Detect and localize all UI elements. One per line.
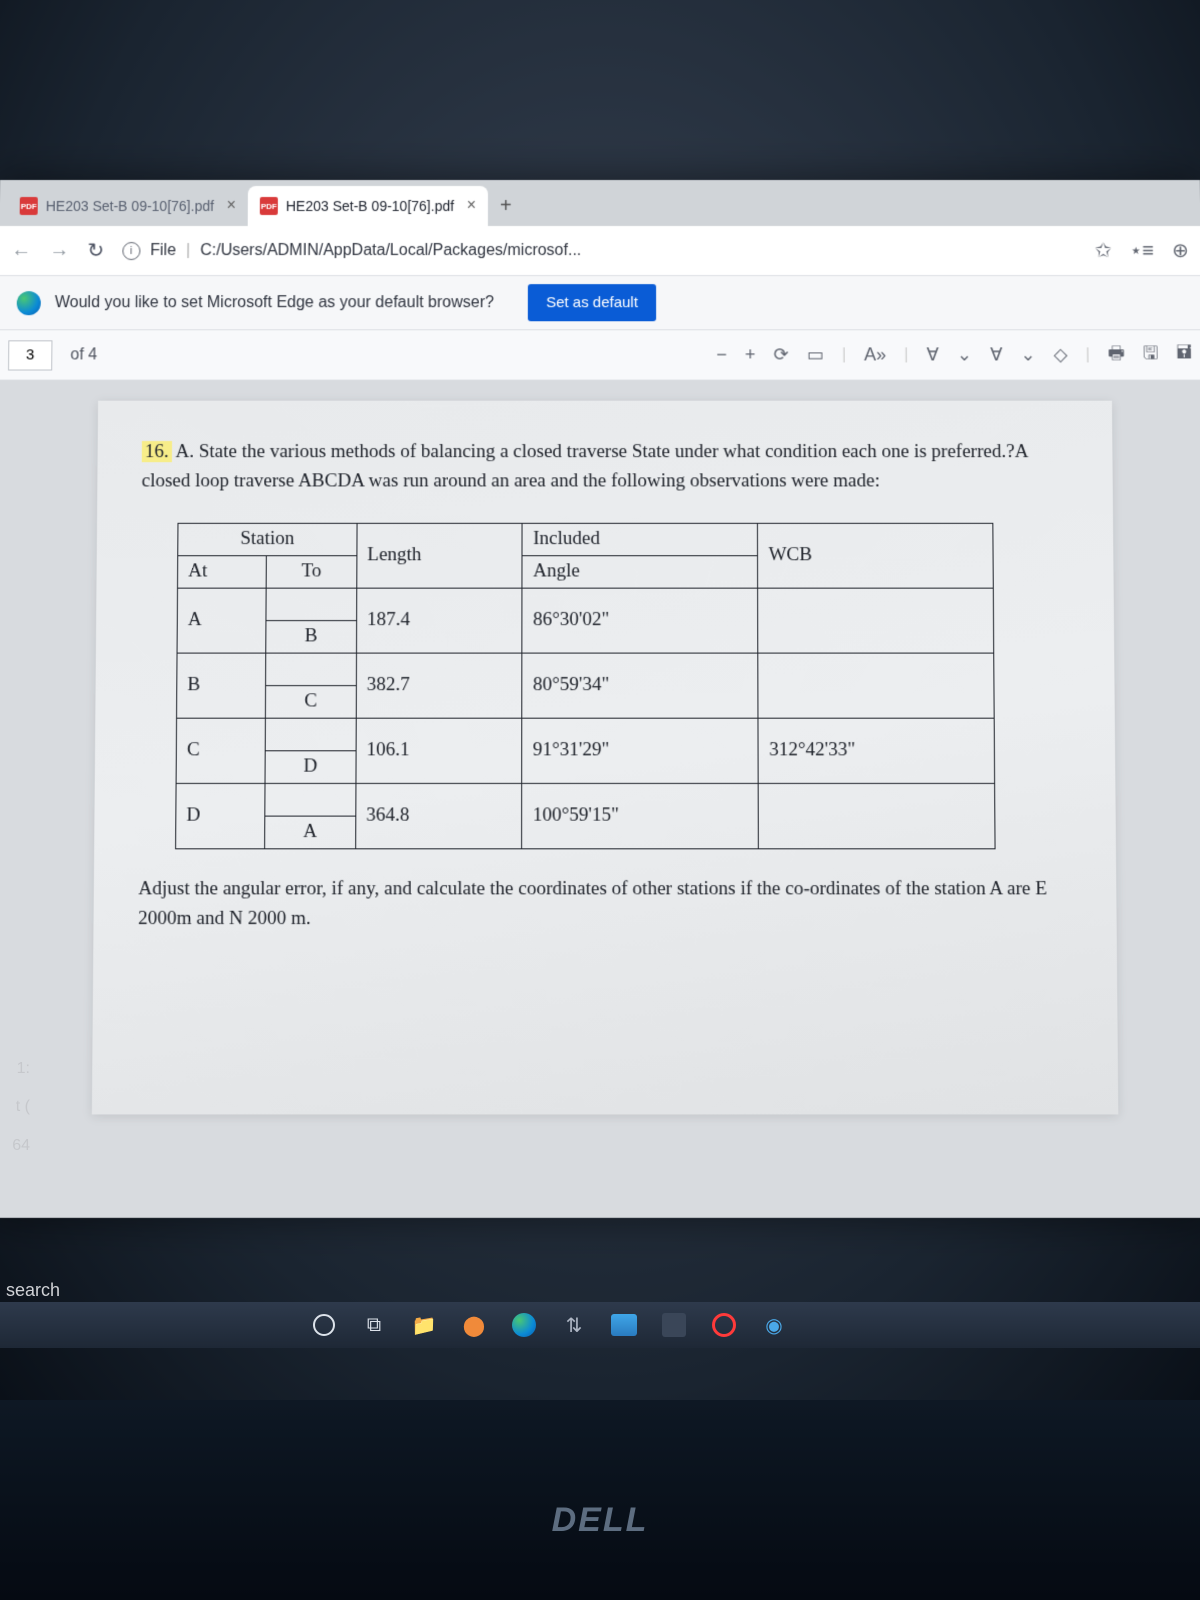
browser-window: PDF HE203 Set-B 09-10[76].pdf × PDF HE20… — [0, 180, 1200, 1218]
url-path: C:/Users/ADMIN/AppData/Local/Packages/mi… — [200, 242, 581, 260]
refresh-button[interactable]: ↻ — [87, 238, 104, 263]
cell-length: 187.4 — [356, 588, 522, 653]
header-wcb: WCB — [758, 523, 994, 588]
cortana-icon[interactable] — [310, 1311, 338, 1339]
cell-length: 382.7 — [356, 653, 522, 718]
header-angle: Angle — [522, 556, 758, 588]
pdf-icon: PDF — [20, 197, 38, 215]
edge-icon — [17, 291, 41, 315]
app-icon-3[interactable]: ◉ — [760, 1311, 788, 1339]
cell-angle: 91°31'29" — [522, 718, 758, 783]
cell-at: C — [176, 718, 265, 783]
header-to: To — [266, 556, 357, 588]
save-as-icon[interactable]: 🖬 — [1176, 340, 1192, 370]
close-icon[interactable]: × — [467, 197, 476, 215]
store-icon[interactable] — [660, 1311, 688, 1339]
read-aloud-icon[interactable]: A» — [864, 344, 886, 365]
url-input[interactable]: i File | C:/Users/ADMIN/AppData/Local/Pa… — [122, 242, 1077, 260]
question-body: A. State the various methods of balancin… — [142, 441, 1028, 492]
fit-page-icon[interactable]: ▭ — [807, 344, 824, 365]
cell-at: A — [177, 588, 266, 653]
cell-to: A — [265, 816, 356, 849]
set-default-button[interactable]: Set as default — [528, 284, 656, 321]
traverse-table: Station Length Included WCB At To Angle … — [175, 523, 996, 849]
favorite-icon[interactable]: ✩ — [1095, 238, 1112, 263]
tab-inactive[interactable]: PDF HE203 Set-B 09-10[76].pdf × — [8, 186, 248, 226]
cell-length: 106.1 — [356, 718, 523, 783]
pdf-icon: PDF — [260, 197, 278, 215]
app-icon-2[interactable]: ⇅ — [560, 1311, 588, 1339]
tab-bar: PDF HE203 Set-B 09-10[76].pdf × PDF HE20… — [0, 180, 1200, 226]
pdf-viewport[interactable]: 16. A. State the various methods of bala… — [0, 381, 1200, 1218]
cell-angle: 80°59'34" — [522, 653, 758, 718]
default-browser-infobar: Would you like to set Microsoft Edge as … — [0, 276, 1200, 330]
print-icon[interactable]: 🖶 — [1108, 340, 1125, 370]
cell-at: D — [176, 783, 265, 848]
collections-icon[interactable]: ⊕ — [1172, 238, 1189, 263]
highlight-icon[interactable]: ∀ — [990, 344, 1003, 365]
info-icon[interactable]: i — [122, 242, 140, 260]
cell-at: B — [177, 653, 266, 718]
cell-angle: 86°30'02" — [522, 588, 758, 653]
back-button[interactable]: ← — [11, 239, 31, 262]
zoom-out-icon[interactable]: − — [716, 344, 727, 365]
cell-wcb — [758, 653, 994, 718]
laptop-body: DELL — [0, 1400, 1200, 1600]
favorites-list-icon[interactable]: ⋆≡ — [1130, 238, 1154, 263]
cell-length: 364.8 — [355, 783, 522, 848]
erase-icon[interactable]: ◇ — [1054, 344, 1068, 365]
page-total: of 4 — [70, 346, 97, 364]
url-divider: | — [186, 242, 190, 260]
chevron-down-icon[interactable]: ⌄ — [1020, 344, 1035, 365]
tab-active[interactable]: PDF HE203 Set-B 09-10[76].pdf × — [248, 186, 488, 226]
question-number: 16. — [142, 441, 172, 462]
rotate-icon[interactable]: ⟳ — [774, 344, 789, 365]
tab-title: HE203 Set-B 09-10[76].pdf — [46, 198, 214, 214]
address-bar: ← → ↻ i File | C:/Users/ADMIN/AppData/Lo… — [0, 226, 1200, 276]
close-icon[interactable]: × — [226, 197, 235, 215]
mail-icon[interactable] — [610, 1311, 638, 1339]
new-tab-button[interactable]: + — [488, 187, 524, 226]
header-at: At — [178, 556, 267, 588]
header-station: Station — [178, 523, 357, 555]
opera-icon[interactable] — [710, 1311, 738, 1339]
cell-to: D — [265, 751, 356, 784]
header-length: Length — [357, 523, 523, 588]
pdf-page: 16. A. State the various methods of bala… — [92, 401, 1118, 1115]
cell-wcb — [758, 588, 994, 653]
cell-wcb: 312°42'33" — [758, 718, 995, 783]
pdf-toolbar: of 4 − + ⟳ ▭ | A» | ∀ ⌄ ∀ ⌄ ◇ | 🖶 🖫 🖬 — [0, 330, 1200, 380]
page-number-input[interactable] — [8, 340, 52, 370]
edge-taskbar-icon[interactable] — [510, 1311, 538, 1339]
cell-angle: 100°59'15" — [522, 783, 759, 848]
cell-wcb — [759, 783, 996, 848]
left-overlay: 1: t ( 64 — [0, 1050, 30, 1165]
app-icon[interactable]: ⬤ — [460, 1311, 488, 1339]
zoom-in-icon[interactable]: + — [745, 344, 756, 365]
infobar-message: Would you like to set Microsoft Edge as … — [55, 294, 494, 312]
cell-to: B — [266, 620, 357, 652]
chevron-down-icon[interactable]: ⌄ — [957, 344, 972, 365]
file-explorer-icon[interactable]: 📁 — [410, 1311, 438, 1339]
dell-logo: DELL — [552, 1501, 649, 1540]
forward-button[interactable]: → — [49, 239, 69, 262]
cell-to: C — [265, 685, 356, 718]
closing-text: Adjust the angular error, if any, and ca… — [138, 874, 1072, 934]
tab-title: HE203 Set-B 09-10[76].pdf — [286, 198, 454, 214]
url-protocol: File — [150, 242, 176, 260]
taskbar: ⧉ 📁 ⬤ ⇅ ◉ — [0, 1302, 1200, 1348]
search-text: search — [6, 1280, 60, 1301]
draw-icon[interactable]: ∀ — [926, 344, 938, 365]
question-text: 16. A. State the various methods of bala… — [141, 437, 1068, 496]
task-view-icon[interactable]: ⧉ — [360, 1311, 388, 1339]
save-icon[interactable]: 🖫 — [1143, 340, 1159, 370]
header-included: Included — [522, 523, 757, 555]
